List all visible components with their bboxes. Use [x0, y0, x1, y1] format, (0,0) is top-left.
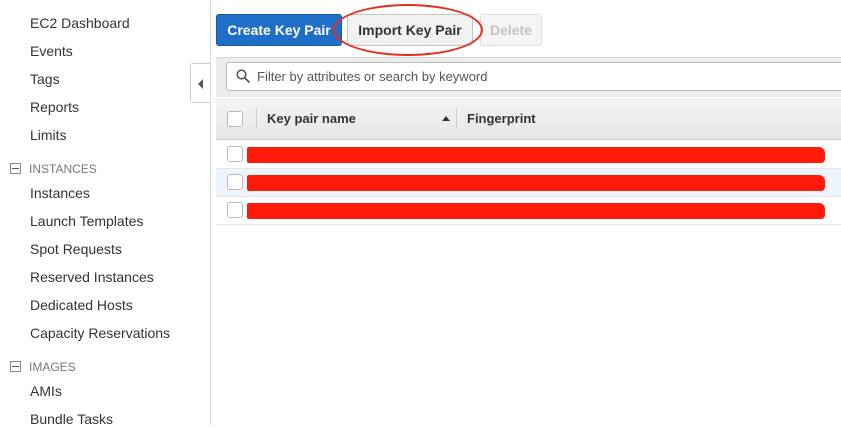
- search-placeholder: Filter by attributes or search by keywor…: [257, 69, 488, 84]
- table-row[interactable]: [216, 169, 841, 197]
- sidebar-item-tags[interactable]: Tags: [30, 70, 60, 88]
- sidebar-item-dedicated-hosts[interactable]: Dedicated Hosts: [30, 296, 133, 314]
- delete-button: Delete: [480, 14, 542, 46]
- table-row[interactable]: [216, 141, 841, 169]
- column-header-key-pair-name[interactable]: Key pair name: [267, 111, 356, 126]
- sidebar-nav: EC2 Dashboard Events Tags Reports Limits…: [0, 0, 211, 428]
- sidebar-item-reports[interactable]: Reports: [30, 98, 79, 116]
- redaction-bar: [247, 175, 825, 191]
- column-divider: [256, 108, 257, 128]
- column-header-fingerprint[interactable]: Fingerprint: [467, 111, 536, 126]
- redaction-bar: [247, 147, 825, 163]
- sidebar-section-title: IMAGES: [29, 360, 76, 374]
- collapse-section-icon[interactable]: [10, 361, 21, 373]
- table-row[interactable]: y: [216, 197, 841, 225]
- column-divider[interactable]: [456, 108, 457, 128]
- sidebar-item-events[interactable]: Events: [30, 42, 73, 60]
- sidebar-item-ec2-dashboard[interactable]: EC2 Dashboard: [30, 14, 130, 32]
- sidebar-section-title: INSTANCES: [29, 162, 97, 176]
- sidebar-collapse-handle[interactable]: [190, 63, 210, 103]
- table-header: Key pair name Fingerprint: [216, 98, 841, 140]
- sidebar-section-images[interactable]: IMAGES: [10, 360, 76, 374]
- sidebar-item-amis[interactable]: AMIs: [30, 382, 62, 400]
- sidebar-section-instances[interactable]: INSTANCES: [10, 162, 97, 176]
- row-checkbox[interactable]: [227, 202, 243, 218]
- row-checkbox[interactable]: [227, 174, 243, 190]
- sort-ascending-icon[interactable]: [442, 116, 450, 121]
- search-icon: [236, 69, 250, 83]
- import-key-pair-button[interactable]: Import Key Pair: [347, 14, 473, 46]
- sidebar-item-limits[interactable]: Limits: [30, 126, 67, 144]
- redaction-bar: [247, 203, 825, 219]
- row-checkbox[interactable]: [227, 146, 243, 162]
- select-all-checkbox[interactable]: [227, 111, 243, 127]
- sidebar-item-reserved-instances[interactable]: Reserved Instances: [30, 268, 154, 286]
- create-key-pair-button[interactable]: Create Key Pair: [216, 14, 342, 46]
- sidebar-item-spot-requests[interactable]: Spot Requests: [30, 240, 122, 258]
- search-input[interactable]: Filter by attributes or search by keywor…: [226, 62, 841, 91]
- sidebar-item-capacity-reservations[interactable]: Capacity Reservations: [30, 324, 170, 342]
- collapse-arrow-icon: [198, 79, 203, 89]
- sidebar-item-launch-templates[interactable]: Launch Templates: [30, 212, 143, 230]
- sidebar-item-instances[interactable]: Instances: [30, 184, 90, 202]
- collapse-section-icon[interactable]: [10, 163, 21, 175]
- sidebar-item-bundle-tasks[interactable]: Bundle Tasks: [30, 410, 113, 428]
